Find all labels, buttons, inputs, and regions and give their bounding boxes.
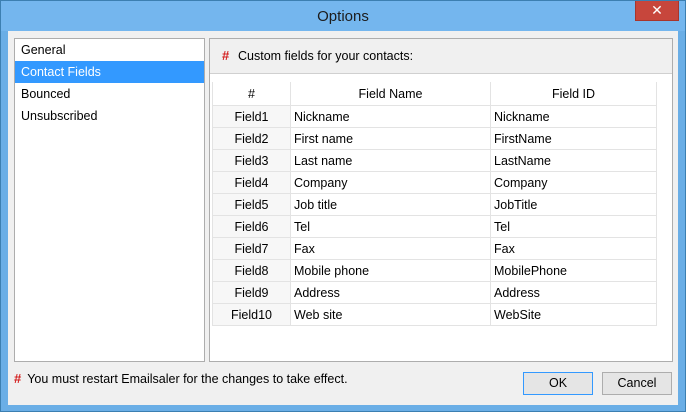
nav-item-general[interactable]: General <box>15 39 204 61</box>
panel-caption: Custom fields for your contacts: <box>238 49 414 63</box>
table-row[interactable]: Field6 Tel Tel <box>212 215 657 238</box>
window-title: Options <box>317 8 369 25</box>
field-name-cell[interactable]: First name <box>290 127 491 150</box>
table-row[interactable]: Field3 Last name LastName <box>212 149 657 172</box>
field-name-cell[interactable]: Company <box>290 171 491 194</box>
table-row[interactable]: Field4 Company Company <box>212 171 657 194</box>
row-number-cell: Field8 <box>212 259 291 282</box>
title-bar[interactable]: Options ✕ <box>1 1 685 31</box>
field-id-cell[interactable]: MobilePhone <box>490 259 657 282</box>
field-id-cell[interactable]: Nickname <box>490 105 657 128</box>
panel-header: # Custom fields for your contacts: <box>210 39 672 74</box>
field-id-cell[interactable]: FirstName <box>490 127 657 150</box>
row-number-cell: Field10 <box>212 303 291 326</box>
field-id-cell[interactable]: LastName <box>490 149 657 172</box>
contact-fields-panel: # Custom fields for your contacts: # Fie… <box>209 38 673 362</box>
cancel-button[interactable]: Cancel <box>602 372 672 395</box>
restart-notice-text: You must restart Emailsaler for the chan… <box>27 372 348 386</box>
custom-fields-table: # Field Name Field ID Field1 Nickname Ni… <box>212 82 657 326</box>
table-row[interactable]: Field10 Web site WebSite <box>212 303 657 326</box>
field-name-cell[interactable]: Address <box>290 281 491 304</box>
field-name-cell[interactable]: Fax <box>290 237 491 260</box>
nav-item-contact-fields[interactable]: Contact Fields <box>15 61 204 83</box>
nav-item-bounced[interactable]: Bounced <box>15 83 204 105</box>
field-name-cell[interactable]: Mobile phone <box>290 259 491 282</box>
column-header-field-id[interactable]: Field ID <box>490 82 657 106</box>
field-name-cell[interactable]: Last name <box>290 149 491 172</box>
close-button[interactable]: ✕ <box>635 1 679 21</box>
field-id-cell[interactable]: Address <box>490 281 657 304</box>
column-header-field-name[interactable]: Field Name <box>290 82 491 106</box>
dialog-client: General Contact Fields Bounced Unsubscri… <box>8 31 678 405</box>
nav-item-unsubscribed[interactable]: Unsubscribed <box>15 105 204 127</box>
field-id-cell[interactable]: WebSite <box>490 303 657 326</box>
ok-button[interactable]: OK <box>523 372 593 395</box>
column-header-number[interactable]: # <box>212 82 291 106</box>
row-number-cell: Field3 <box>212 149 291 172</box>
row-number-cell: Field1 <box>212 105 291 128</box>
table-row[interactable]: Field2 First name FirstName <box>212 127 657 150</box>
options-dialog: Options ✕ General Contact Fields Bounced… <box>0 0 686 412</box>
table-header-row: # Field Name Field ID <box>212 82 657 106</box>
row-number-cell: Field5 <box>212 193 291 216</box>
table-row[interactable]: Field7 Fax Fax <box>212 237 657 260</box>
field-id-cell[interactable]: Fax <box>490 237 657 260</box>
table-row[interactable]: Field5 Job title JobTitle <box>212 193 657 216</box>
field-id-cell[interactable]: JobTitle <box>490 193 657 216</box>
row-number-cell: Field4 <box>212 171 291 194</box>
field-name-cell[interactable]: Tel <box>290 215 491 238</box>
field-id-cell[interactable]: Tel <box>490 215 657 238</box>
options-nav-list: General Contact Fields Bounced Unsubscri… <box>14 38 205 362</box>
field-id-cell[interactable]: Company <box>490 171 657 194</box>
table-row[interactable]: Field9 Address Address <box>212 281 657 304</box>
row-number-cell: Field9 <box>212 281 291 304</box>
field-name-cell[interactable]: Job title <box>290 193 491 216</box>
field-name-cell[interactable]: Web site <box>290 303 491 326</box>
hash-marker-icon: # <box>222 48 230 63</box>
close-icon: ✕ <box>651 2 663 18</box>
field-name-cell[interactable]: Nickname <box>290 105 491 128</box>
table-row[interactable]: Field1 Nickname Nickname <box>212 105 657 128</box>
hash-marker-icon: # <box>14 371 22 386</box>
row-number-cell: Field6 <box>212 215 291 238</box>
table-row[interactable]: Field8 Mobile phone MobilePhone <box>212 259 657 282</box>
restart-notice: # You must restart Emailsaler for the cha… <box>14 371 348 386</box>
row-number-cell: Field7 <box>212 237 291 260</box>
row-number-cell: Field2 <box>212 127 291 150</box>
